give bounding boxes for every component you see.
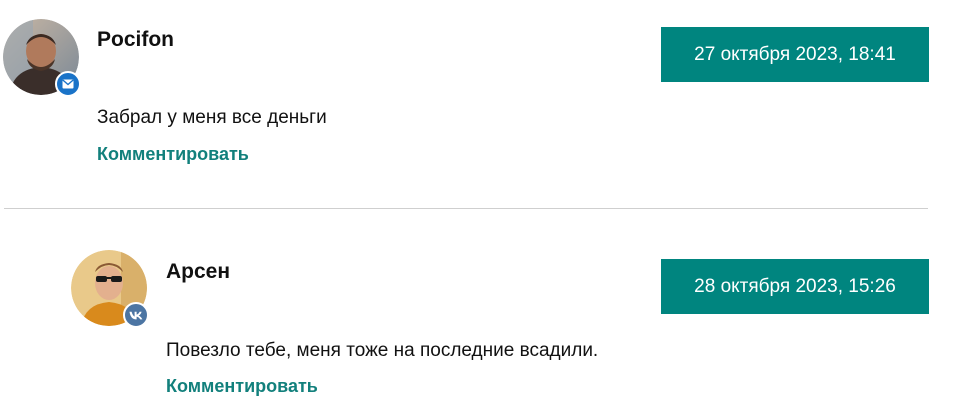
comment-date[interactable]: 27 октября 2023, 18:41	[661, 27, 929, 82]
reply-link[interactable]: Комментировать	[97, 143, 249, 165]
comment-date[interactable]: 28 октября 2023, 15:26	[661, 259, 929, 314]
comment-author: Pocifon	[97, 28, 174, 51]
comment-author: Арсен	[166, 260, 231, 283]
comment-divider	[4, 208, 928, 209]
comment: Арсен 28 октября 2023, 15:26 Повезло теб…	[0, 230, 960, 413]
avatar-wrapper	[71, 250, 149, 328]
comment-text: Забрал у меня все деньги	[97, 107, 327, 128]
reply-link[interactable]: Комментировать	[166, 375, 318, 397]
mail-icon	[55, 71, 81, 97]
comments-page: { "colors": { "accent": "#00857f", "link…	[0, 0, 960, 413]
vk-icon	[123, 302, 149, 328]
comment-text: Повезло тебе, меня тоже на последние вса…	[166, 340, 599, 361]
comment: Pocifon 27 октября 2023, 18:41 Забрал у …	[0, 0, 960, 200]
avatar-wrapper	[3, 19, 81, 97]
